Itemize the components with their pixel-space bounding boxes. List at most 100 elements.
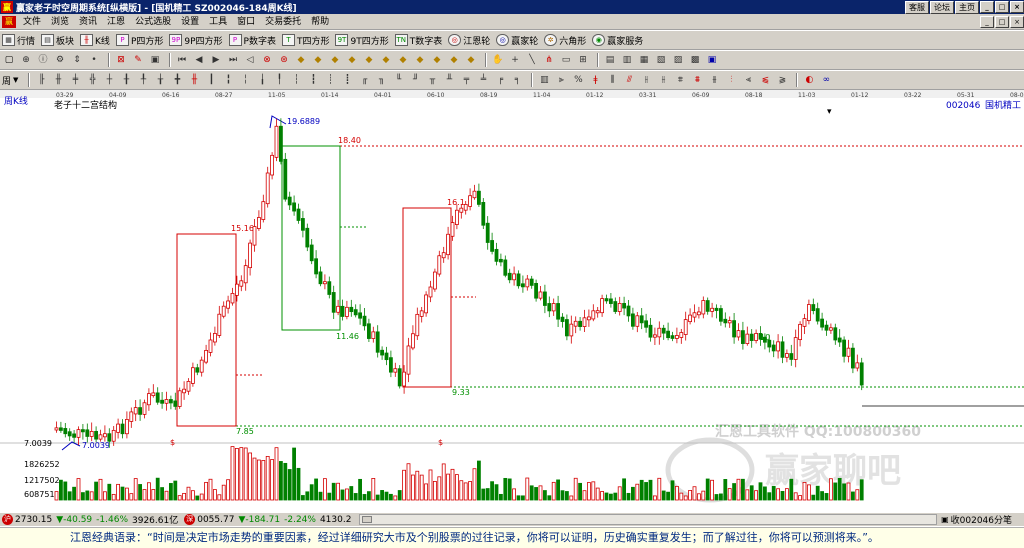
title-dropdown-icon[interactable]: ▾	[827, 107, 832, 117]
vline-icon-13[interactable]: ╎	[238, 73, 252, 87]
gear-icon[interactable]: ⚙	[53, 53, 67, 67]
vline-icon-23[interactable]: ╜	[408, 73, 422, 87]
prev-icon[interactable]: ◀	[192, 53, 206, 67]
draw-icon[interactable]: ✎	[131, 53, 145, 67]
dot-icon[interactable]: •	[87, 53, 101, 67]
tool-gann-wheel[interactable]: ◎ 江恩轮	[448, 34, 490, 47]
vline-icon-22[interactable]: ╙	[391, 73, 405, 87]
vline-icon-4[interactable]: ╬	[85, 73, 99, 87]
diamond-icon-4[interactable]: ◆	[345, 53, 359, 67]
color-wheel-icon[interactable]: ◐	[802, 73, 816, 87]
vline-icon-19[interactable]: ┋	[340, 73, 354, 87]
support-link[interactable]: 客服	[905, 0, 929, 14]
vline-icon-18[interactable]: ┊	[323, 73, 337, 87]
cursor-icon[interactable]: ▢	[2, 53, 16, 67]
bars-icon-13[interactable]: ⫹	[758, 73, 772, 87]
bars-icon-5[interactable]: ⫻	[622, 73, 636, 87]
vline-icon-17[interactable]: ┇	[306, 73, 320, 87]
first-icon[interactable]: ⏮	[175, 53, 189, 67]
tool-kline[interactable]: ╫ K线	[80, 34, 110, 47]
vline-icon-11[interactable]: ┃	[204, 73, 218, 87]
period-select[interactable]: 周 ▼	[2, 74, 18, 87]
vline-icon-8[interactable]: ╁	[153, 73, 167, 87]
measure-icon[interactable]: ⊞	[576, 53, 590, 67]
mark-icon[interactable]: ⊛	[277, 53, 291, 67]
vline-icon-14[interactable]: ╽	[255, 73, 269, 87]
bars-icon-10[interactable]: ⫵	[707, 73, 721, 87]
tool-t-square[interactable]: T T四方形	[281, 34, 329, 47]
infinity-icon[interactable]: ∞	[819, 73, 833, 87]
vline-icon-3[interactable]: ╪	[68, 73, 82, 87]
tool-9t-square[interactable]: 9T 9T四方形	[335, 34, 389, 47]
horizontal-scrollbar[interactable]	[359, 514, 938, 525]
tool-quotes[interactable]: ▦ 行情	[2, 34, 35, 47]
bars-icon-7[interactable]: ⫳	[656, 73, 670, 87]
table-icon-4[interactable]: ▧	[654, 53, 668, 67]
vline-icon-28[interactable]: ╒	[493, 73, 507, 87]
bars-icon-6[interactable]: ⫲	[639, 73, 653, 87]
table-icon-5[interactable]: ▨	[671, 53, 685, 67]
tool-p-number[interactable]: P P数字表	[228, 34, 276, 47]
table-icon-1[interactable]: ▤	[603, 53, 617, 67]
bars-icon-2[interactable]: ⫸	[554, 73, 568, 87]
vline-icon-6[interactable]: ╂	[119, 73, 133, 87]
percent-icon[interactable]: %	[571, 73, 585, 87]
line-icon[interactable]: ╲	[525, 53, 539, 67]
vline-icon-24[interactable]: ╥	[425, 73, 439, 87]
homepage-link[interactable]: 主页	[955, 0, 979, 14]
vline-icon-16[interactable]: ┆	[289, 73, 303, 87]
menu-tools[interactable]: 工具	[204, 15, 232, 29]
close-button[interactable]: ×	[1010, 0, 1024, 13]
vline-icon-25[interactable]: ╨	[442, 73, 456, 87]
tick-detail[interactable]: ▣ 收002046分笔	[941, 513, 1012, 526]
chart-type-icon[interactable]: ⊠	[114, 53, 128, 67]
diamond-icon-3[interactable]: ◆	[328, 53, 342, 67]
vline-icon-15[interactable]: ╿	[272, 73, 286, 87]
target-icon[interactable]: ⊗	[260, 53, 274, 67]
diamond-icon-8[interactable]: ◆	[413, 53, 427, 67]
vline-icon-21[interactable]: ╖	[374, 73, 388, 87]
menu-formula[interactable]: 公式选股	[130, 15, 176, 29]
mdi-close-button[interactable]: ×	[1010, 15, 1024, 28]
chart-area[interactable]: 03-29 04-09 06-16 08-27 11-05 01-14 04-01 06-10…	[0, 90, 1024, 512]
arrow-up-down-icon[interactable]: ⇕	[70, 53, 84, 67]
tool-service[interactable]: ◉ 赢家服务	[592, 34, 643, 47]
menu-trade[interactable]: 交易委托	[260, 15, 306, 29]
vline-icon-20[interactable]: ╓	[357, 73, 371, 87]
tool-sector[interactable]: ▤ 板块	[41, 34, 74, 47]
menu-file[interactable]: 文件	[18, 15, 46, 29]
diamond-icon-7[interactable]: ◆	[396, 53, 410, 67]
vline-icon-26[interactable]: ╤	[459, 73, 473, 87]
table-icon-7[interactable]: ▣	[705, 53, 719, 67]
box-icon[interactable]: ▭	[559, 53, 573, 67]
menu-browse[interactable]: 浏览	[46, 15, 74, 29]
fan-icon[interactable]: ⋔	[542, 53, 556, 67]
vline-icon-10[interactable]: ╫	[187, 73, 201, 87]
tool-hexagon[interactable]: ✲ 六角形	[544, 34, 586, 47]
vline-icon-29[interactable]: ╕	[510, 73, 524, 87]
vline-icon-9[interactable]: ╋	[170, 73, 184, 87]
vline-icon-12[interactable]: ╏	[221, 73, 235, 87]
bars-icon-4[interactable]: ⫼	[605, 73, 619, 87]
menu-window[interactable]: 窗口	[232, 15, 260, 29]
hand-icon[interactable]: ✋	[491, 53, 505, 67]
bars-icon-11[interactable]: ⫶	[724, 73, 738, 87]
diamond-icon-6[interactable]: ◆	[379, 53, 393, 67]
table-icon-2[interactable]: ▥	[620, 53, 634, 67]
vline-icon-7[interactable]: ╀	[136, 73, 150, 87]
tool-t-number[interactable]: TN T数字表	[394, 34, 442, 47]
diamond-icon-5[interactable]: ◆	[362, 53, 376, 67]
table-icon-3[interactable]: ▦	[637, 53, 651, 67]
bars-icon-14[interactable]: ⫺	[775, 73, 789, 87]
info-icon[interactable]: ⓘ	[36, 53, 50, 67]
kline-chart[interactable]: 03-29 04-09 06-16 08-27 11-05 01-14 04-01 06-10…	[0, 90, 1024, 512]
vline-icon-5[interactable]: ┼	[102, 73, 116, 87]
minimize-button[interactable]: _	[980, 0, 994, 13]
menu-info[interactable]: 资讯	[74, 15, 102, 29]
diamond-icon-10[interactable]: ◆	[447, 53, 461, 67]
next-icon[interactable]: ▶	[209, 53, 223, 67]
diamond-icon-11[interactable]: ◆	[464, 53, 478, 67]
vline-icon-1[interactable]: ╟	[34, 73, 48, 87]
step-back-icon[interactable]: ◁	[243, 53, 257, 67]
bars-icon-3[interactable]: ǂ	[588, 73, 602, 87]
